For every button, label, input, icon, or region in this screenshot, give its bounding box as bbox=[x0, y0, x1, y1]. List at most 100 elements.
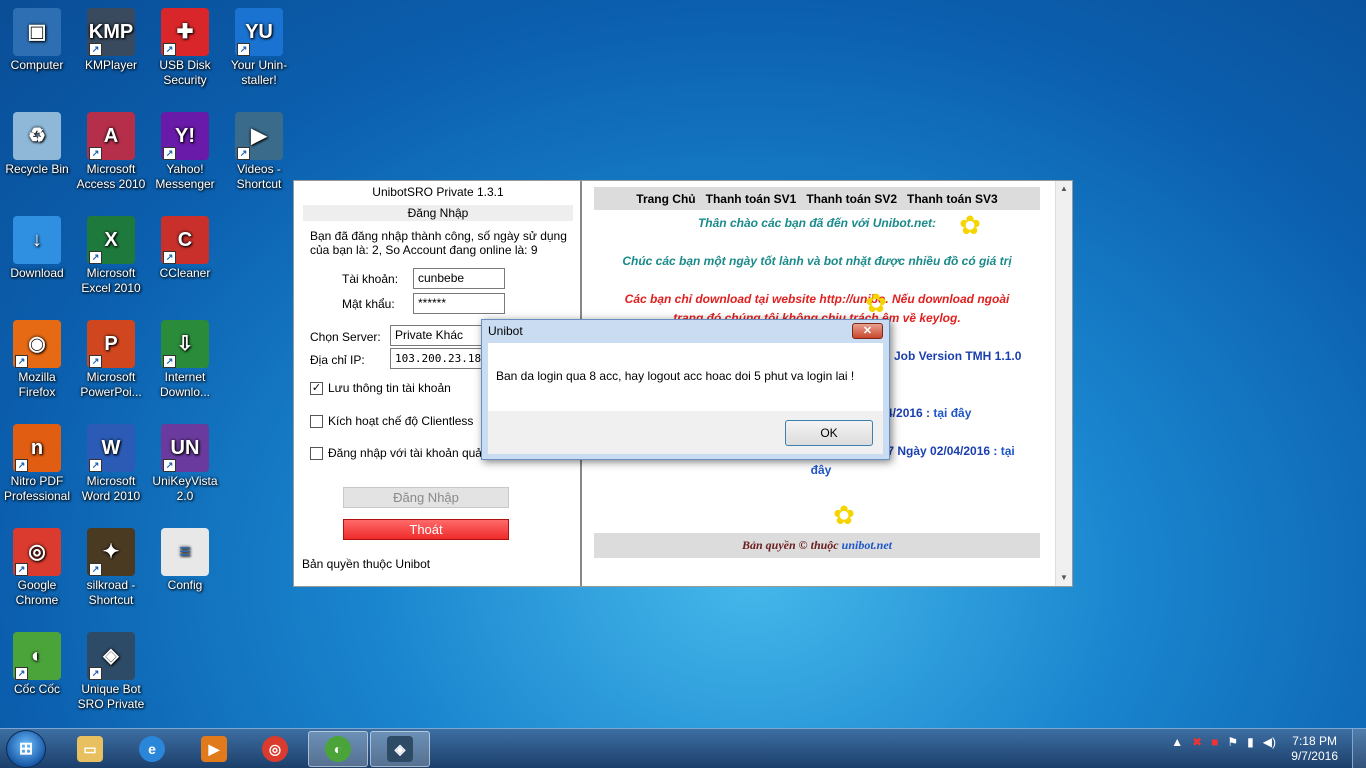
desktop-icon-uniquebot[interactable]: ◈ ↗ Unique Bot SRO Private bbox=[74, 632, 148, 712]
desktop-icon-idm[interactable]: ⇩ ↗ Internet Downlo... bbox=[148, 320, 222, 400]
tray-expand-icon[interactable]: ▲ bbox=[1171, 735, 1183, 749]
desktop-icon-word[interactable]: W ↗ Microsoft Word 2010 bbox=[74, 424, 148, 504]
shortcut-arrow-icon: ↗ bbox=[15, 355, 28, 368]
show-desktop-button[interactable] bbox=[1352, 729, 1366, 768]
update-line-2: .7 Ngày 02/04/2016 : tại bbox=[884, 444, 1044, 458]
nitro-pdf-icon: n ↗ bbox=[13, 424, 61, 472]
clientless-checkbox[interactable]: Kích hoạt chế độ Clientless bbox=[310, 414, 473, 428]
exit-button[interactable]: Thoát bbox=[343, 519, 509, 540]
security-icon[interactable]: ■ bbox=[1211, 735, 1218, 749]
nav-payment-sv2[interactable]: Thanh toán SV2 bbox=[806, 192, 897, 206]
server-select[interactable]: Private Khác bbox=[390, 325, 486, 346]
login-button[interactable]: Đăng Nhập bbox=[343, 487, 509, 508]
chrome-icon: ◎ bbox=[262, 736, 288, 762]
update-date: .7 Ngày 02/04/2016 : bbox=[884, 444, 1001, 458]
checkbox-unchecked[interactable] bbox=[310, 414, 323, 428]
desktop-icon-label: Your Unin-staller! bbox=[230, 58, 288, 87]
coccoc-icon: ◐ ↗ bbox=[13, 632, 61, 680]
desktop-icon-shield[interactable]: ✚ ↗ USB Disk Security bbox=[148, 8, 222, 88]
config-file-icon: ≡ bbox=[161, 528, 209, 576]
ip-field[interactable]: 103.200.23.18 bbox=[390, 348, 486, 369]
desktop-icon-kmplayer[interactable]: KMP ↗ KMPlayer bbox=[74, 8, 148, 73]
uniquebot-icon: ◈ bbox=[387, 736, 413, 762]
taskbar-media[interactable]: ▶ bbox=[184, 731, 244, 767]
ok-button[interactable]: OK bbox=[785, 420, 873, 446]
desktop-icon-nitro-pdf[interactable]: n ↗ Nitro PDF Professional bbox=[0, 424, 74, 504]
nav-payment-sv1[interactable]: Thanh toán SV1 bbox=[706, 192, 797, 206]
shortcut-arrow-icon: ↗ bbox=[163, 459, 176, 472]
desktop-icon-computer[interactable]: ▣ Computer bbox=[0, 8, 74, 73]
start-button[interactable]: ⊞ bbox=[6, 730, 46, 768]
ip-label: Địa chỉ IP: bbox=[310, 353, 365, 367]
clock[interactable]: 7:18 PM 9/7/2016 bbox=[1291, 734, 1338, 764]
desktop-icon-label: Config bbox=[167, 578, 203, 592]
web-nav: Trang Chủ Thanh toán SV1 Thanh toán SV2 … bbox=[594, 187, 1040, 210]
desktop-icon-videos[interactable]: ▶ ↗ Videos - Shortcut bbox=[222, 112, 296, 192]
update-link-cont[interactable]: đây bbox=[806, 463, 836, 477]
username-field[interactable]: cunbebe bbox=[413, 268, 505, 289]
close-icon[interactable]: ✕ bbox=[852, 323, 883, 339]
chrome-icon: ◎ ↗ bbox=[13, 528, 61, 576]
silkroad-icon: ✦ ↗ bbox=[87, 528, 135, 576]
other-account-checkbox[interactable]: Đăng nhập với tài khoản quả bbox=[310, 446, 482, 460]
taskbar-uniquebot[interactable]: ◈ bbox=[370, 731, 430, 767]
desktop-icon-uninstaller[interactable]: YU ↗ Your Unin-staller! bbox=[222, 8, 296, 88]
clock-date: 9/7/2016 bbox=[1291, 749, 1338, 763]
desktop-icon-silkroad[interactable]: ✦ ↗ silkroad - Shortcut bbox=[74, 528, 148, 608]
desktop-icon-powerpoint[interactable]: P ↗ Microsoft PowerPoi... bbox=[74, 320, 148, 400]
shortcut-arrow-icon: ↗ bbox=[89, 147, 102, 160]
desktop-icon-label: Microsoft Access 2010 bbox=[76, 162, 146, 191]
download-icon: ↓ bbox=[13, 216, 61, 264]
uniquebot-icon: ◈ ↗ bbox=[87, 632, 135, 680]
videos-icon: ▶ ↗ bbox=[235, 112, 283, 160]
desktop-icon-unikey[interactable]: UN ↗ UniKeyVista 2.0 bbox=[148, 424, 222, 504]
shortcut-arrow-icon: ↗ bbox=[89, 667, 102, 680]
wish-text: Chúc các bạn một ngày tốt lành và bot nh… bbox=[622, 254, 1012, 268]
other-account-label: Đăng nhập với tài khoản quả bbox=[328, 446, 482, 460]
update-link[interactable]: tại đây bbox=[933, 406, 971, 420]
desktop-icon-ccleaner[interactable]: C ↗ CCleaner bbox=[148, 216, 222, 281]
desktop-icon-recycle-bin[interactable]: ♻ Recycle Bin bbox=[0, 112, 74, 177]
desktop-icon-coccoc[interactable]: ◐ ↗ Cốc Cốc bbox=[0, 632, 74, 697]
desktop-icon-label: Unique Bot SRO Private bbox=[77, 682, 145, 711]
checkbox-unchecked[interactable] bbox=[310, 446, 323, 460]
checkbox-checked[interactable]: ✓ bbox=[310, 381, 323, 395]
desktop-icon-download[interactable]: ↓ Download bbox=[0, 216, 74, 281]
action-center-icon[interactable]: ⚑ bbox=[1227, 735, 1238, 749]
taskbar: ⊞ ▭ e ▶ ◎ ◐ ◈ ▲ ✖ ■ ⚑ ▮ ◀) 7:18 PM 9/7/2… bbox=[0, 728, 1366, 768]
desktop-icon-firefox[interactable]: ◉ ↗ Mozilla Firefox bbox=[0, 320, 74, 400]
desktop-icon-yahoo[interactable]: Y! ↗ Yahoo! Messenger bbox=[148, 112, 222, 192]
scroll-up-icon[interactable]: ▲ bbox=[1056, 181, 1072, 197]
nav-payment-sv3[interactable]: Thanh toán SV3 bbox=[907, 192, 998, 206]
coccoc-icon: ◐ bbox=[325, 736, 351, 762]
desktop-icon-excel[interactable]: X ↗ Microsoft Excel 2010 bbox=[74, 216, 148, 296]
shortcut-arrow-icon: ↗ bbox=[163, 147, 176, 160]
copyright-link[interactable]: unibot.net bbox=[842, 538, 892, 552]
desktop-icon-access[interactable]: A ↗ Microsoft Access 2010 bbox=[74, 112, 148, 192]
vertical-scrollbar[interactable]: ▲ ▼ bbox=[1055, 181, 1072, 586]
desktop-icon-config-file[interactable]: ≡ Config bbox=[148, 528, 222, 593]
powerpoint-icon: P ↗ bbox=[87, 320, 135, 368]
nav-home[interactable]: Trang Chủ bbox=[636, 192, 695, 206]
message-dialog: Unibot ✕ Ban da login qua 8 acc, hay log… bbox=[481, 319, 890, 460]
app-title: UnibotSRO Private 1.3.1 bbox=[372, 185, 504, 199]
desktop-icon-label: KMPlayer bbox=[84, 58, 137, 72]
desktop-icon-label: Yahoo! Messenger bbox=[155, 162, 215, 191]
network-blocked-icon[interactable]: ✖ bbox=[1192, 735, 1202, 749]
desktop-icon-label: Google Chrome bbox=[15, 578, 59, 607]
taskbar-ie[interactable]: e bbox=[122, 731, 182, 767]
password-field[interactable]: ****** bbox=[413, 293, 505, 314]
update-link[interactable]: tại bbox=[1001, 444, 1015, 458]
taskbar-chrome[interactable]: ◎ bbox=[245, 731, 305, 767]
network-icon[interactable]: ▮ bbox=[1247, 735, 1254, 749]
volume-icon[interactable]: ◀) bbox=[1263, 735, 1276, 749]
shortcut-arrow-icon: ↗ bbox=[237, 43, 250, 56]
clientless-label: Kích hoạt chế độ Clientless bbox=[328, 414, 474, 428]
desktop-icon-label: Recycle Bin bbox=[5, 162, 69, 176]
save-info-checkbox[interactable]: ✓ Lưu thông tin tài khoản bbox=[310, 381, 451, 395]
scroll-down-icon[interactable]: ▼ bbox=[1056, 570, 1072, 586]
taskbar-coccoc[interactable]: ◐ bbox=[308, 731, 368, 767]
taskbar-explorer[interactable]: ▭ bbox=[60, 731, 120, 767]
desktop-icon-chrome[interactable]: ◎ ↗ Google Chrome bbox=[0, 528, 74, 608]
desktop-icon-label: Microsoft Excel 2010 bbox=[81, 266, 141, 295]
